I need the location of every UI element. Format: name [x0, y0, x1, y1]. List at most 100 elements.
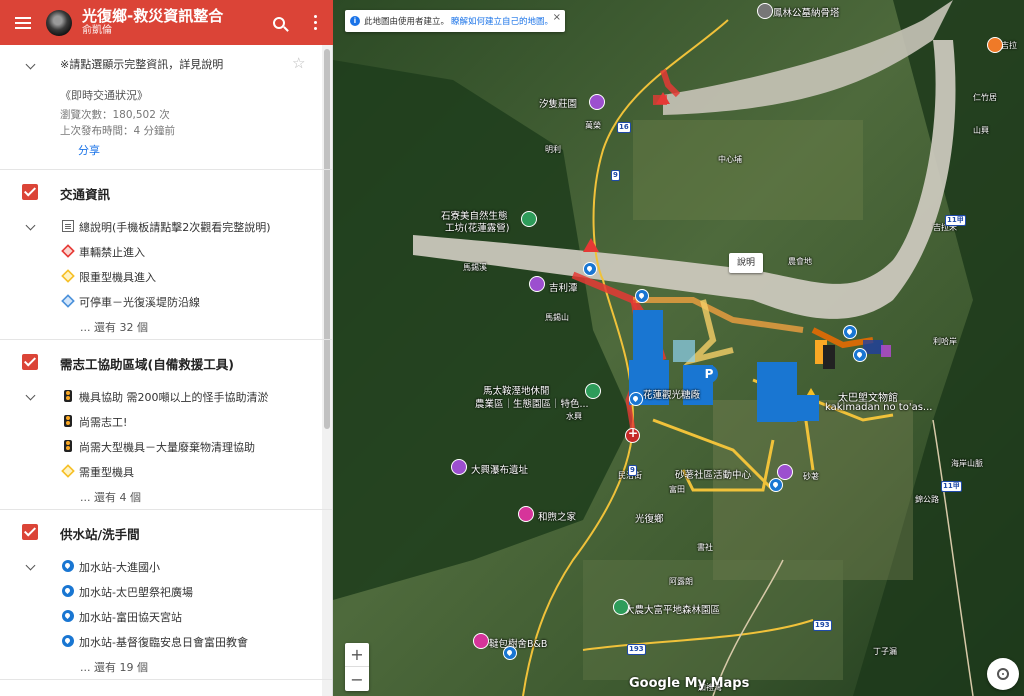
map-canvas[interactable]: i 此地圖由使用者建立。 瞭解如何建立自己的地圖。 × 說明 鳳林公墓納骨塔 吉… — [333, 0, 1024, 696]
list-item[interactable]: 可停車－光復溪堤防沿線 — [0, 289, 332, 314]
info-icon: i — [350, 16, 360, 26]
place-label[interactable]: 丁子漏 — [873, 646, 897, 657]
zoom-out-button[interactable]: − — [345, 667, 369, 691]
place-label[interactable]: 中心埔 — [718, 154, 742, 165]
map-author: 俞凱倫 — [82, 25, 112, 37]
menu-icon[interactable] — [0, 0, 46, 45]
map-marker[interactable] — [589, 94, 605, 110]
view-count: 瀏覽次數：180,502 次 — [60, 109, 170, 121]
more-items-link[interactable]: ... 還有 4 個 — [0, 484, 332, 509]
notice-text: ※請點選顯示完整資訊，詳見說明 — [60, 58, 224, 71]
place-label[interactable]: 農會地 — [788, 256, 812, 267]
place-label[interactable]: 光復鄉 — [635, 511, 664, 525]
traffic-light-icon — [64, 390, 72, 402]
list-item-label: 尚需志工! — [79, 415, 128, 429]
share-link[interactable]: 分享 — [78, 142, 100, 158]
water-station-marker[interactable] — [629, 392, 643, 406]
map-marker[interactable] — [757, 3, 773, 19]
water-station-marker[interactable] — [769, 478, 783, 492]
place-label[interactable]: 砂荖社區活動中心 — [675, 467, 751, 481]
map-marker[interactable] — [777, 464, 793, 480]
place-label[interactable]: 大興瀑布遺址 — [471, 462, 528, 476]
map-marker[interactable] — [585, 383, 601, 399]
list-item-label: 加水站-基督復臨安息日會富田教會 — [79, 635, 248, 649]
list-item[interactable]: 限重型機具進入 — [0, 264, 332, 289]
more-items-link[interactable]: ... 還有 32 個 — [0, 314, 332, 339]
map-marker[interactable] — [613, 599, 629, 615]
place-label[interactable]: 馬錫溪 — [463, 262, 487, 273]
water-station-marker[interactable] — [583, 262, 597, 276]
place-label[interactable]: 砂荖 — [803, 471, 819, 482]
place-label[interactable]: 和煦之家 — [538, 509, 576, 523]
map-popup[interactable]: 說明 — [729, 253, 763, 273]
water-station-marker[interactable] — [503, 646, 517, 660]
route-sign: 11甲 — [941, 481, 962, 492]
list-item[interactable]: 尚需大型機具－大量廢棄物清理協助 — [0, 434, 332, 459]
place-label[interactable]: kakimadan no to'as... — [825, 402, 932, 413]
place-label[interactable]: 萬榮 — [585, 120, 601, 131]
parking-marker[interactable]: P — [700, 365, 718, 383]
place-label[interactable]: 錦公路 — [915, 494, 939, 505]
yellow-diamond-icon — [61, 464, 75, 478]
place-label[interactable]: 吉利潭 — [549, 280, 578, 294]
list-item[interactable]: 車輛禁止進入 — [0, 239, 332, 264]
place-label[interactable]: 利哈岸 — [933, 336, 957, 347]
place-label[interactable]: 海岸山脈 — [951, 458, 983, 469]
list-item[interactable]: 加水站-大進國小 — [0, 554, 332, 579]
place-label[interactable]: 吉拉 — [1001, 40, 1017, 51]
map-marker[interactable] — [451, 459, 467, 475]
place-label[interactable]: 山興 — [973, 125, 989, 136]
water-drop-icon — [62, 610, 74, 622]
place-label[interactable]: 書社 — [697, 542, 713, 553]
banner-link[interactable]: 瞭解如何建立自己的地圖。 — [451, 15, 553, 27]
list-item[interactable]: 需重型機具 — [0, 459, 332, 484]
medical-marker[interactable] — [625, 426, 640, 443]
place-label[interactable]: 馬錫山 — [545, 312, 569, 323]
layer-checkbox[interactable] — [22, 524, 38, 540]
my-location-button[interactable] — [987, 658, 1019, 690]
map-marker[interactable] — [521, 211, 537, 227]
water-station-marker[interactable] — [843, 325, 857, 339]
map-marker[interactable] — [987, 37, 1003, 53]
list-item[interactable]: 加水站-太巴塱祭祀廣場 — [0, 579, 332, 604]
map-marker[interactable] — [518, 506, 534, 522]
route-sign: 193 — [627, 644, 646, 655]
place-label[interactable]: 仁竹居 — [973, 92, 997, 103]
place-label[interactable]: 汐隻莊園 — [539, 96, 577, 110]
list-item[interactable]: 加水站-富田協天宮站 — [0, 604, 332, 629]
list-item[interactable]: 機具協助 需200噸以上的怪手協助清淤 — [0, 384, 332, 409]
place-label[interactable]: 農業區｜生態園區｜特色... — [475, 396, 589, 410]
place-label[interactable]: 明利 — [545, 144, 561, 155]
list-item[interactable]: 加水站-基督復臨安息日會富田教會 — [0, 629, 332, 654]
list-item[interactable]: 總說明(手機板請點擊2次觀看完整說明) — [0, 214, 332, 239]
water-station-marker[interactable] — [853, 348, 867, 362]
star-icon[interactable]: ☆ — [292, 54, 305, 72]
blue-diamond-icon — [61, 294, 75, 308]
layer-checkbox[interactable] — [22, 354, 38, 370]
list-item-label: 限重型機具進入 — [79, 270, 156, 284]
layer-header: 需志工協助區域(自備救援工具) — [0, 340, 332, 384]
more-options-icon[interactable] — [297, 0, 333, 45]
close-icon[interactable]: × — [553, 12, 561, 23]
place-label[interactable]: 工坊(花蓮露營) — [445, 220, 509, 234]
place-label[interactable]: 富田 — [669, 484, 685, 495]
more-items-link[interactable]: ... 還有 19 個 — [0, 654, 332, 679]
document-icon — [62, 220, 74, 232]
place-label[interactable]: 大農大富平地森林園區 — [625, 602, 720, 616]
layer-checkbox[interactable] — [22, 184, 38, 200]
map-marker[interactable] — [473, 633, 489, 649]
water-station-marker[interactable] — [635, 289, 649, 303]
search-icon[interactable] — [261, 0, 297, 45]
list-item[interactable]: 尚需志工! — [0, 409, 332, 434]
traffic-light-icon — [64, 440, 72, 452]
zoom-in-button[interactable]: + — [345, 643, 369, 667]
place-label[interactable]: 韃包樹舍B&B — [489, 636, 547, 650]
map-marker[interactable] — [529, 276, 545, 292]
chevron-down-icon[interactable] — [25, 59, 36, 70]
place-label[interactable]: 馬太鞍溼地休閒 — [483, 383, 550, 397]
list-item-label: 需重型機具 — [79, 465, 134, 479]
place-label[interactable]: 花蓮觀光糖廠 — [643, 387, 700, 401]
place-label[interactable]: 鳳林公墓納骨塔 — [773, 5, 840, 19]
place-label[interactable]: 水興 — [566, 411, 582, 422]
place-label[interactable]: 阿露朗 — [669, 576, 693, 587]
